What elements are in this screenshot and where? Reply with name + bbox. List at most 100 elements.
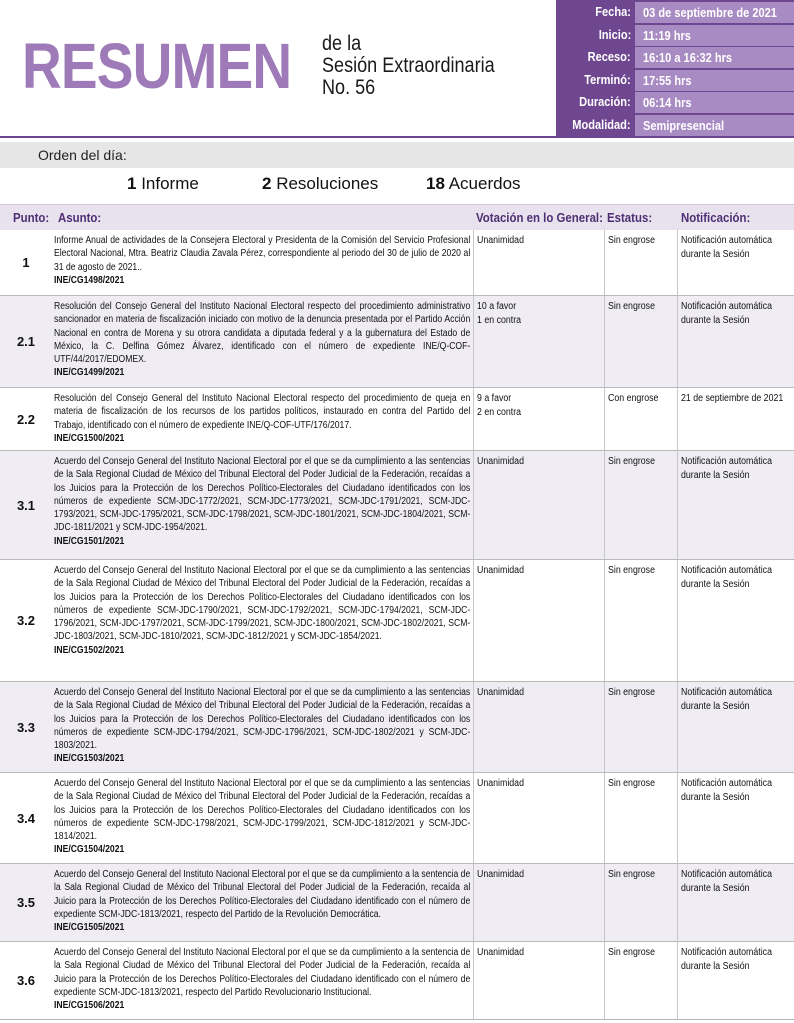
row-asunto: Acuerdo del Consejo General del Institut…	[54, 686, 470, 766]
header-votacion: Votación en lo General:	[476, 210, 603, 225]
row-votacion: Unanimidad	[477, 455, 524, 469]
table-row: 2.2 Resolución del Consejo General del In…	[0, 388, 794, 451]
row-acuerdo-code: INE/CG1504/2021	[54, 844, 125, 856]
column-divider	[677, 682, 678, 772]
notificacion-line: durante la Sesión	[681, 579, 750, 590]
table-row: 3.2 Acuerdo del Consejo General del Insti…	[0, 560, 794, 682]
notificacion-line: Notificación automática	[681, 456, 772, 467]
row-asunto-text: Acuerdo del Consejo General del Institut…	[54, 869, 471, 920]
notificacion-line: durante la Sesión	[681, 470, 750, 481]
info-value: 03 de septiembre de 2021	[635, 2, 794, 23]
session-title-line3: No. 56	[322, 76, 376, 99]
row-asunto-text: Acuerdo del Consejo General del Institut…	[54, 778, 471, 843]
session-title-line1: de la	[322, 32, 362, 55]
info-row-receso: Receso: 16:10 a 16:32 hrs	[556, 46, 794, 69]
row-acuerdo-code: INE/CG1505/2021	[54, 922, 125, 934]
column-divider	[677, 388, 678, 450]
votacion-line: Unanimidad	[477, 235, 524, 246]
row-punto: 1	[22, 255, 30, 270]
notificacion-line: durante la Sesión	[681, 792, 750, 803]
row-punto: 3.5	[16, 895, 36, 910]
notificacion-line: Notificación automática	[681, 301, 772, 312]
votacion-line: 1 en contra	[477, 315, 522, 326]
column-divider	[604, 230, 605, 295]
table-row: 3.1 Acuerdo del Consejo General del Insti…	[0, 451, 794, 560]
table-header: Punto: Asunto: Votación en lo General: E…	[0, 204, 794, 230]
info-value: Semipresencial	[635, 115, 794, 136]
row-punto: 3.4	[16, 810, 36, 826]
info-row-termino: Terminó: 17:55 hrs	[556, 69, 794, 92]
row-asunto: Acuerdo del Consejo General del Institut…	[54, 946, 470, 1012]
row-estatus: Sin engrose	[608, 947, 655, 958]
info-value: 11:19 hrs	[635, 24, 794, 46]
notificacion-line: Notificación automática	[681, 869, 772, 880]
row-notificacion: Notificación automática durante la Sesión	[681, 868, 772, 896]
row-asunto: Resolución del Consejo General del Insti…	[54, 392, 470, 445]
info-row-inicio: Inicio: 11:19 hrs	[556, 24, 794, 47]
row-asunto: Informe Anual de actividades de la Conse…	[54, 234, 470, 287]
row-punto: 3.3	[16, 719, 36, 735]
table-row: 1 Informe Anual de actividades de la Cons…	[0, 230, 794, 296]
row-votacion: Unanimidad	[477, 946, 524, 960]
votacion-line: 9 a favor	[477, 393, 512, 404]
column-divider	[604, 388, 605, 450]
session-info-box: Fecha: 03 de septiembre de 2021 Inicio: …	[556, 0, 794, 137]
row-asunto: Acuerdo del Consejo General del Institut…	[54, 455, 470, 548]
row-acuerdo-code: INE/CG1503/2021	[54, 753, 125, 765]
column-divider	[473, 296, 474, 387]
header-notificacion: Notificación:	[681, 210, 751, 225]
row-asunto-text: Acuerdo del Consejo General del Institut…	[54, 947, 471, 998]
column-divider	[473, 230, 474, 295]
row-votacion: Unanimidad	[477, 868, 524, 882]
notificacion-line: Notificación automática	[681, 947, 772, 958]
column-divider	[473, 560, 474, 681]
votacion-line: 2 en contra	[477, 407, 522, 418]
column-divider	[473, 864, 474, 941]
column-divider	[604, 682, 605, 772]
notificacion-line: durante la Sesión	[681, 315, 750, 326]
table-row: 3.3 Acuerdo del Consejo General del Insti…	[0, 682, 794, 773]
notificacion-line: durante la Sesión	[681, 961, 750, 972]
column-divider	[473, 773, 474, 863]
agenda-counts: 1 Informe 2 Resoluciones 18 Acuerdos	[0, 170, 794, 198]
row-votacion: Unanimidad	[477, 234, 524, 248]
notificacion-line: Notificación automática	[681, 235, 772, 246]
column-divider	[677, 773, 678, 863]
votacion-line: Unanimidad	[477, 687, 524, 698]
count-acuerdos: 18 Acuerdos	[426, 174, 521, 193]
notificacion-line: Notificación automática	[681, 687, 772, 698]
row-notificacion: Notificación automática durante la Sesión	[681, 300, 772, 328]
votacion-line: Unanimidad	[477, 565, 524, 576]
votacion-line: Unanimidad	[477, 869, 524, 880]
info-label: Modalidad:	[572, 117, 631, 132]
info-value: 06:14 hrs	[635, 92, 794, 113]
notificacion-line: durante la Sesión	[681, 701, 750, 712]
row-estatus: Sin engrose	[608, 456, 655, 467]
row-asunto: Acuerdo del Consejo General del Institut…	[54, 777, 470, 857]
table-row: 2.1 Resolución del Consejo General del In…	[0, 296, 794, 388]
row-votacion: Unanimidad	[477, 564, 524, 578]
column-divider	[604, 864, 605, 941]
table-row: 3.5 Acuerdo del Consejo General del Insti…	[0, 864, 794, 942]
notificacion-line: 21 de septiembre de 2021	[681, 393, 784, 404]
column-divider	[604, 942, 605, 1019]
info-label: Receso:	[588, 49, 631, 64]
notificacion-line: durante la Sesión	[681, 249, 750, 260]
table-row: 3.4 Acuerdo del Consejo General del Insti…	[0, 773, 794, 864]
info-label: Inicio:	[598, 26, 631, 42]
column-divider	[473, 682, 474, 772]
row-acuerdo-code: INE/CG1502/2021	[54, 644, 125, 656]
row-notificacion: Notificación automática durante la Sesión	[681, 777, 772, 805]
row-votacion: Unanimidad	[477, 777, 524, 791]
row-votacion: 9 a favor 2 en contra	[477, 392, 521, 420]
row-asunto: Resolución del Consejo General del Insti…	[54, 300, 470, 380]
row-notificacion: Notificación automática durante la Sesión	[681, 686, 772, 714]
info-label: Terminó:	[584, 71, 631, 87]
header-divider	[0, 136, 794, 138]
orden-del-dia-bar: Orden del día:	[0, 142, 794, 168]
row-estatus: Con engrose	[608, 393, 659, 404]
row-asunto-text: Acuerdo del Consejo General del Institut…	[54, 687, 471, 752]
row-asunto: Acuerdo del Consejo General del Institut…	[54, 564, 470, 657]
info-row-duracion: Duración: 06:14 hrs	[556, 91, 794, 114]
row-notificacion: Notificación automática durante la Sesión	[681, 455, 772, 483]
